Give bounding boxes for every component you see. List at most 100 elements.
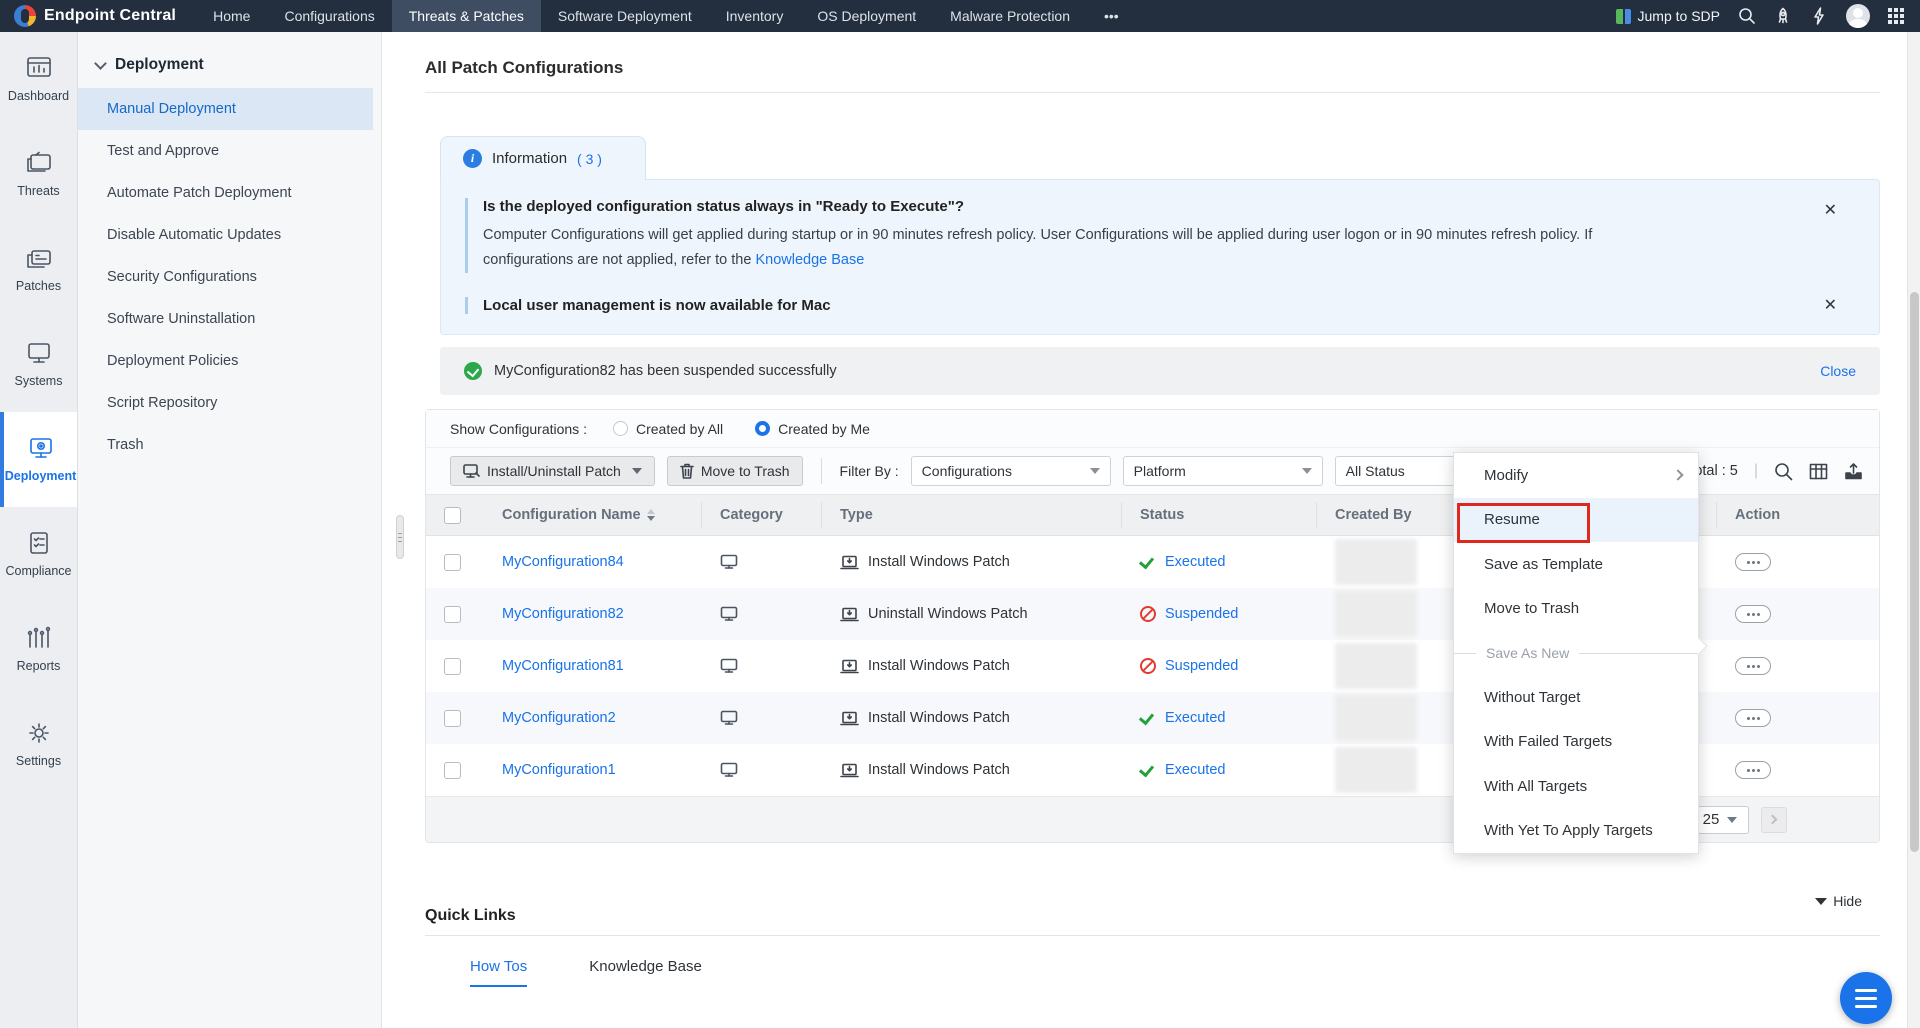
menu-item-with-yet-to-apply-targets[interactable]: With Yet To Apply Targets	[1454, 809, 1698, 854]
search-icon[interactable]	[1738, 7, 1756, 25]
nav-os-deployment[interactable]: OS Deployment	[800, 0, 933, 32]
row-actions-button[interactable]	[1735, 761, 1771, 779]
caret-down-icon	[1727, 817, 1737, 823]
scrollbar-thumb[interactable]	[1910, 292, 1919, 852]
row-actions-button[interactable]	[1735, 709, 1771, 727]
status-cell[interactable]: Executed	[1140, 554, 1225, 570]
row-checkbox[interactable]	[444, 554, 461, 571]
status-cell[interactable]: Executed	[1140, 710, 1225, 726]
pagination-next-button[interactable]	[1761, 807, 1787, 833]
title-divider	[425, 92, 1880, 93]
rail-item-settings[interactable]: Settings	[0, 697, 77, 792]
rail-item-systems[interactable]: Systems	[0, 317, 77, 412]
page-scrollbar[interactable]	[1907, 32, 1920, 1028]
column-chooser-icon[interactable]	[1809, 462, 1828, 481]
knowledge-base-tab[interactable]: Knowledge Base	[589, 958, 702, 987]
configuration-name-link[interactable]: MyConfiguration81	[502, 658, 624, 674]
rail-item-deployment[interactable]: Deployment	[0, 412, 77, 507]
sidebar-item-software-uninstallation[interactable]: Software Uninstallation	[78, 298, 381, 340]
sidebar-item-disable-automatic-updates[interactable]: Disable Automatic Updates	[78, 214, 381, 256]
status-cell[interactable]: Suspended	[1140, 658, 1238, 674]
select-all-checkbox[interactable]	[444, 507, 461, 524]
sidebar-item-security-configurations[interactable]: Security Configurations	[78, 256, 381, 298]
primary-nav: Home Configurations Threats & Patches So…	[196, 0, 1136, 32]
menu-item-save-as-template[interactable]: Save as Template	[1454, 542, 1698, 587]
floating-menu-button[interactable]	[1840, 972, 1892, 1024]
table-search-icon[interactable]	[1774, 462, 1793, 481]
close-icon[interactable]: ✕	[1824, 200, 1837, 220]
banner-close-link[interactable]: Close	[1820, 363, 1856, 379]
close-icon[interactable]: ✕	[1824, 295, 1837, 315]
user-avatar[interactable]	[1846, 4, 1870, 28]
rocket-icon[interactable]	[1774, 7, 1792, 25]
how-tos-link[interactable]: How Tos	[470, 958, 527, 987]
row-actions-button[interactable]	[1735, 605, 1771, 623]
status-cell[interactable]: Suspended	[1140, 606, 1238, 622]
lightning-icon[interactable]	[1810, 7, 1828, 25]
row-actions-button[interactable]	[1735, 657, 1771, 675]
configuration-name-link[interactable]: MyConfiguration82	[502, 606, 624, 622]
success-banner: MyConfiguration82 has been suspended suc…	[440, 347, 1880, 395]
menu-item-modify[interactable]: Modify	[1454, 453, 1698, 498]
nav-configurations[interactable]: Configurations	[267, 0, 391, 32]
header-configuration-name[interactable]: Configuration Name	[484, 502, 702, 528]
sidebar-item-trash[interactable]: Trash	[78, 424, 381, 466]
rail-item-reports[interactable]: Reports	[0, 602, 77, 697]
sidebar-item-automate-patch-deployment[interactable]: Automate Patch Deployment	[78, 172, 381, 214]
sidebar-item-script-repository[interactable]: Script Repository	[78, 382, 381, 424]
configuration-name-link[interactable]: MyConfiguration1	[502, 762, 616, 778]
rail-item-dashboard[interactable]: Dashboard	[0, 32, 77, 127]
sidebar-splitter-handle[interactable]	[396, 515, 404, 559]
top-navigation-bar: Endpoint Central Home Configurations Thr…	[0, 0, 1920, 32]
rail-item-patches[interactable]: Patches	[0, 222, 77, 317]
nav-home[interactable]: Home	[196, 0, 267, 32]
sidebar-item-deployment-policies[interactable]: Deployment Policies	[78, 340, 381, 382]
menu-group-save-as-new: Save As New	[1454, 631, 1698, 675]
export-icon[interactable]	[1844, 462, 1863, 481]
apps-grid-icon[interactable]	[1888, 8, 1904, 24]
menu-item-resume[interactable]: Resume	[1454, 498, 1698, 543]
configuration-name-link[interactable]: MyConfiguration2	[502, 710, 616, 726]
menu-item-with-all-targets[interactable]: With All Targets	[1454, 764, 1698, 809]
show-configurations-row: Show Configurations : Created by All Cre…	[426, 410, 1879, 448]
filter-platform-select[interactable]: Platform	[1123, 456, 1323, 486]
radio-created-by-all[interactable]	[613, 421, 628, 436]
jump-to-sdp-button[interactable]: Jump to SDP	[1616, 8, 1720, 24]
sidebar-section-header[interactable]: Deployment	[78, 32, 381, 88]
menu-item-move-to-trash[interactable]: Move to Trash	[1454, 587, 1698, 632]
move-to-trash-button[interactable]: Move to Trash	[667, 456, 803, 486]
configuration-name-link[interactable]: MyConfiguration84	[502, 554, 624, 570]
row-checkbox[interactable]	[444, 710, 461, 727]
patch-type-icon	[840, 659, 859, 674]
created-by-redacted	[1335, 539, 1417, 585]
computer-category-icon	[720, 606, 738, 622]
nav-overflow-button[interactable]: •••	[1087, 0, 1136, 32]
status-cell[interactable]: Executed	[1140, 762, 1225, 778]
sidebar-item-test-and-approve[interactable]: Test and Approve	[78, 130, 381, 172]
nav-threats-patches[interactable]: Threats & Patches	[392, 0, 541, 32]
radio-created-by-me[interactable]	[755, 421, 770, 436]
row-checkbox[interactable]	[444, 762, 461, 779]
rail-item-threats[interactable]: Threats	[0, 127, 77, 222]
install-uninstall-patch-button[interactable]: Install/Uninstall Patch	[450, 456, 655, 486]
brand[interactable]: Endpoint Central	[0, 5, 196, 27]
sidebar-item-manual-deployment[interactable]: Manual Deployment	[78, 88, 373, 130]
computer-category-icon	[720, 710, 738, 726]
menu-item-without-target[interactable]: Without Target	[1454, 675, 1698, 720]
knowledge-base-link[interactable]: Knowledge Base	[755, 252, 864, 268]
filter-configurations-select[interactable]: Configurations	[911, 456, 1111, 486]
sort-icon[interactable]	[647, 509, 655, 521]
page-size-select[interactable]: 25	[1691, 806, 1749, 834]
row-checkbox[interactable]	[444, 658, 461, 675]
nav-malware-protection[interactable]: Malware Protection	[933, 0, 1087, 32]
row-actions-button[interactable]	[1735, 553, 1771, 571]
row-checkbox[interactable]	[444, 606, 461, 623]
hide-quick-links[interactable]: Hide	[1815, 893, 1862, 909]
information-panel: Is the deployed configuration status alw…	[440, 179, 1880, 335]
info-message-1: Is the deployed configuration status alw…	[465, 198, 1851, 273]
rail-item-compliance[interactable]: Compliance	[0, 507, 77, 602]
nav-inventory[interactable]: Inventory	[709, 0, 801, 32]
information-tab[interactable]: i Information ( 3 )	[440, 136, 646, 180]
nav-software-deployment[interactable]: Software Deployment	[541, 0, 709, 32]
menu-item-with-failed-targets[interactable]: With Failed Targets	[1454, 720, 1698, 765]
